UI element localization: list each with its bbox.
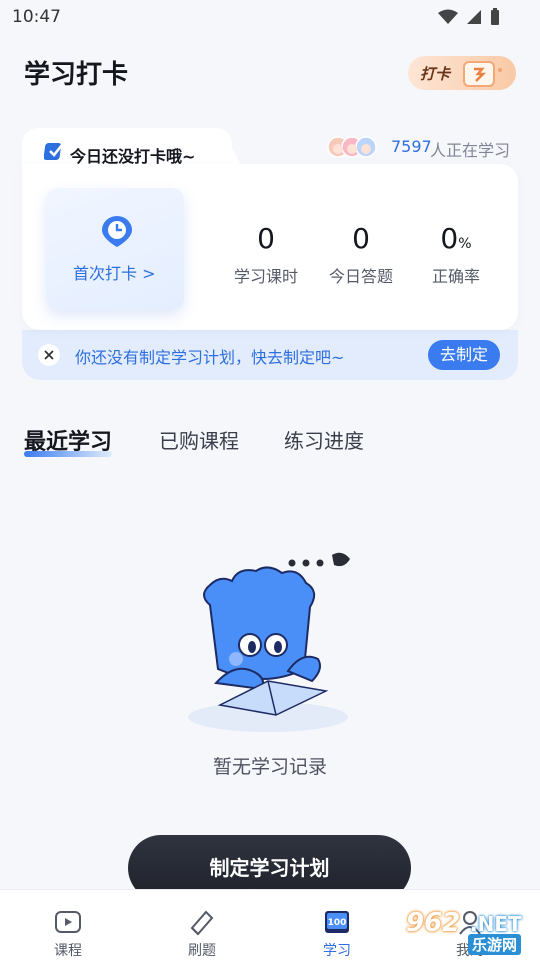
stat-answers-label: 今日答题 bbox=[328, 267, 393, 286]
checkin-status-text: 今日还没打卡哦~ bbox=[70, 147, 196, 166]
go-plan-button[interactable]: 去制定 bbox=[428, 340, 500, 370]
status-icons bbox=[438, 8, 500, 26]
status-time: 10:47 bbox=[12, 7, 61, 27]
stat-lessons-label: 学习课时 bbox=[233, 267, 298, 286]
signal-icon bbox=[467, 10, 481, 24]
nav-study-label: 学习 bbox=[323, 943, 351, 959]
tab-progress[interactable]: 练习进度 bbox=[284, 425, 364, 454]
tab-active-indicator bbox=[24, 451, 112, 457]
learners-count: 7597 bbox=[391, 137, 432, 156]
battery-icon bbox=[491, 8, 499, 25]
checkin-badge-label: 打卡 bbox=[420, 64, 451, 83]
nav-practice[interactable]: 刷题 bbox=[162, 890, 242, 961]
edit-icon bbox=[190, 910, 214, 936]
watermark-net: .NET bbox=[470, 912, 522, 936]
plan-close-button[interactable] bbox=[38, 344, 60, 366]
page-title: 学习打卡 bbox=[24, 60, 129, 90]
stat-accuracy-value: 0% bbox=[440, 222, 472, 255]
first-checkin-button[interactable] bbox=[46, 188, 184, 310]
empty-state-text: 暂无学习记录 bbox=[212, 756, 327, 778]
empty-illustration bbox=[188, 552, 350, 732]
stat-answers-value: 0 bbox=[352, 222, 370, 255]
play-icon bbox=[55, 911, 81, 933]
checkmark-icon bbox=[44, 143, 64, 160]
book-100-icon: 100 bbox=[325, 911, 349, 933]
calendar-3d-icon bbox=[463, 61, 503, 87]
first-checkin-label: 首次打卡 > bbox=[73, 264, 156, 283]
stat-accuracy-label: 正确率 bbox=[431, 267, 480, 286]
plan-prompt: 你还没有制定学习计划，快去制定吧~ bbox=[75, 348, 345, 367]
nav-study[interactable]: 100 学习 bbox=[297, 890, 377, 961]
status-bar: 10:47 bbox=[0, 0, 540, 34]
wifi-icon bbox=[438, 9, 458, 24]
checkin-badge[interactable]: 打卡 bbox=[408, 56, 516, 90]
watermark-site: 乐游网 bbox=[468, 934, 522, 955]
watermark-number: 962 bbox=[406, 908, 461, 938]
learners-label: 人正在学习 bbox=[430, 141, 511, 160]
nav-courses-label: 课程 bbox=[54, 943, 82, 959]
tab-purchased[interactable]: 已购课程 bbox=[159, 425, 239, 454]
clock-pin-icon bbox=[102, 216, 132, 247]
stat-lessons-value: 0 bbox=[257, 222, 275, 255]
close-icon bbox=[44, 350, 54, 360]
nav-courses[interactable]: 课程 bbox=[28, 890, 108, 961]
nav-practice-label: 刷题 bbox=[188, 943, 216, 959]
learner-avatars bbox=[327, 136, 377, 158]
svg-text:100: 100 bbox=[328, 918, 347, 928]
